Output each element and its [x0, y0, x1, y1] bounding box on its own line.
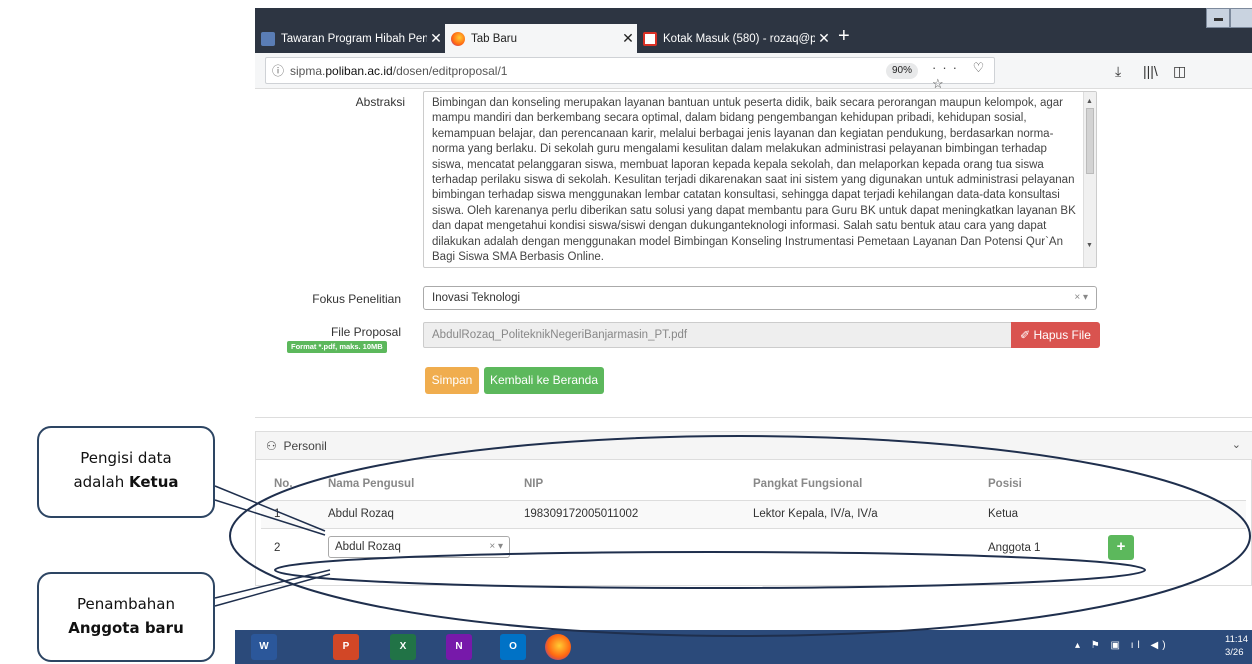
browser-window: Tawaran Program Hibah Penin ✕ Tab Baru ✕…	[255, 8, 1252, 602]
personil-panel: ⚇ Personil ⌄ No. Nama Pengusul NIP Pangk…	[255, 431, 1252, 586]
simpan-button[interactable]: Simpan	[425, 367, 479, 394]
col-posisi: Posisi	[988, 478, 1022, 490]
users-icon: ⚇	[266, 439, 281, 453]
nav-bar: ⓘ sipma. poliban.ac.id/dosen/editproposal…	[255, 53, 1252, 91]
callout-anggota: Penambahan Anggota baru	[37, 572, 215, 662]
col-nama: Nama Pengusul	[328, 478, 415, 490]
fokus-label: Fokus Penelitian	[312, 292, 401, 306]
tab-hibah[interactable]: Tawaran Program Hibah Penin ✕	[255, 24, 445, 53]
fokus-value: Inovasi Teknologi	[432, 292, 521, 304]
windows-taskbar: W P X N O ▴ ⚑ ▣ ıl ◀) 11:14 3/26	[235, 630, 1252, 664]
anggota-value: Abdul Rozaq	[335, 541, 401, 553]
chevron-down-icon: × ▾	[489, 541, 503, 552]
url-prefix: sipma.	[290, 63, 326, 78]
minimize-button[interactable]	[1206, 8, 1230, 28]
row1-pangkat: Lektor Kepala, IV/a, IV/a	[753, 508, 878, 520]
system-tray-icons[interactable]: ▴ ⚑ ▣ ıl ◀)	[1075, 640, 1170, 651]
callout1-line2: adalah Ketua	[39, 470, 213, 494]
tab-label: Kotak Masuk (580) - rozaq@po	[663, 32, 815, 45]
row2-posisi: Anggota 1	[988, 542, 1041, 554]
abstraksi-textarea[interactable]: Bimbingan dan konseling merupakan layana…	[423, 91, 1097, 268]
excel-icon[interactable]: X	[390, 634, 416, 660]
hapus-file-button[interactable]: ✐ Hapus File	[1011, 322, 1100, 348]
onenote-icon[interactable]: N	[446, 634, 472, 660]
personil-title: Personil	[283, 439, 327, 453]
row1-posisi: Ketua	[988, 508, 1019, 520]
anggota-select[interactable]: Abdul Rozaq × ▾	[328, 536, 510, 558]
col-no: No.	[274, 478, 293, 490]
format-badge: Format *.pdf, maks. 10MB	[287, 341, 387, 353]
close-icon[interactable]: ✕	[427, 30, 445, 47]
info-icon[interactable]: ⓘ	[266, 62, 290, 79]
callout2-line2: Anggota baru	[39, 616, 213, 640]
maximize-button[interactable]	[1230, 8, 1252, 28]
scrollbar-thumb[interactable]	[1086, 108, 1094, 174]
close-icon[interactable]: ✕	[619, 30, 637, 47]
download-icon[interactable]: ⤓	[1115, 63, 1121, 80]
callout1-plain: adalah	[73, 473, 130, 491]
callout2-line1: Penambahan	[77, 595, 175, 613]
col-nip: NIP	[524, 478, 544, 490]
close-icon[interactable]: ✕	[815, 30, 833, 47]
row1-nama: Abdul Rozaq	[328, 508, 394, 520]
kembali-button[interactable]: Kembali ke Beranda	[484, 367, 604, 394]
personil-header[interactable]: ⚇ Personil ⌄	[256, 432, 1252, 460]
callout1-line1: Pengisi data	[80, 449, 172, 467]
powerpoint-icon[interactable]: P	[333, 634, 359, 660]
clock-time: 11:14	[1225, 634, 1249, 645]
tab-kotak-masuk[interactable]: Kotak Masuk (580) - rozaq@po ✕	[637, 24, 833, 53]
panel-divider	[255, 417, 1252, 418]
page-content: Abstraksi Bimbingan dan konseling merupa…	[255, 89, 1252, 602]
title-bar: Tawaran Program Hibah Penin ✕ Tab Baru ✕…	[255, 8, 1252, 53]
tab-baru[interactable]: Tab Baru ✕	[445, 24, 637, 53]
url-path: /dosen/editproposal/1	[392, 63, 508, 78]
zoom-badge[interactable]: 90%	[886, 63, 919, 79]
chevron-down-icon[interactable]: ⌄	[1232, 438, 1241, 451]
new-tab-button[interactable]: +	[838, 26, 850, 46]
url-bar[interactable]: ⓘ sipma. poliban.ac.id/dosen/editproposal…	[265, 57, 995, 91]
library-icon[interactable]: |||\	[1143, 63, 1158, 79]
firefox-icon[interactable]	[545, 634, 571, 660]
firefox-icon	[451, 31, 465, 46]
abstraksi-text: Bimbingan dan konseling merupakan layana…	[432, 97, 1076, 264]
tab-label: Tab Baru	[471, 32, 518, 45]
outlook-icon[interactable]: O	[500, 634, 526, 660]
fokus-select[interactable]: Inovasi Teknologi × ▾	[423, 286, 1097, 310]
taskbar-clock[interactable]: 11:14 3/26	[1225, 633, 1248, 659]
gmail-icon	[643, 31, 657, 46]
abstraksi-label: Abstraksi	[355, 95, 405, 109]
file-name-field: AbdulRozaq_PoliteknikNegeriBanjarmasin_P…	[423, 322, 1012, 348]
clock-date: 3/26	[1225, 647, 1244, 658]
callout2-bold: Anggota baru	[68, 619, 184, 637]
row-divider	[261, 528, 1246, 529]
chevron-down-icon: × ▾	[1074, 292, 1088, 303]
word-icon[interactable]: W	[251, 634, 277, 660]
screenshot-stage: Tawaran Program Hibah Penin ✕ Tab Baru ✕…	[0, 0, 1252, 664]
row2-no: 2	[274, 542, 281, 554]
sidebar-icon[interactable]: ◫	[1173, 63, 1186, 80]
tab-label: Tawaran Program Hibah Penin	[281, 32, 427, 45]
add-anggota-button[interactable]: +	[1108, 535, 1134, 560]
row1-no: 1	[274, 508, 281, 520]
site-favicon-icon	[261, 31, 275, 46]
file-label: File Proposal	[330, 325, 401, 339]
col-pangkat: Pangkat Fungsional	[753, 478, 863, 490]
callout-ketua: Pengisi data adalah Ketua	[37, 426, 215, 518]
hapus-label: Hapus File	[1033, 328, 1091, 342]
eraser-icon: ✐	[1020, 328, 1034, 342]
callout1-bold: Ketua	[129, 473, 179, 491]
textarea-scrollbar[interactable]: ▲ ▼	[1083, 92, 1096, 267]
row1-nip: 198309172005011002	[524, 508, 639, 520]
page-actions-icons[interactable]: ··· ♡ ☆	[932, 60, 994, 92]
url-host: poliban.ac.id	[325, 63, 393, 78]
